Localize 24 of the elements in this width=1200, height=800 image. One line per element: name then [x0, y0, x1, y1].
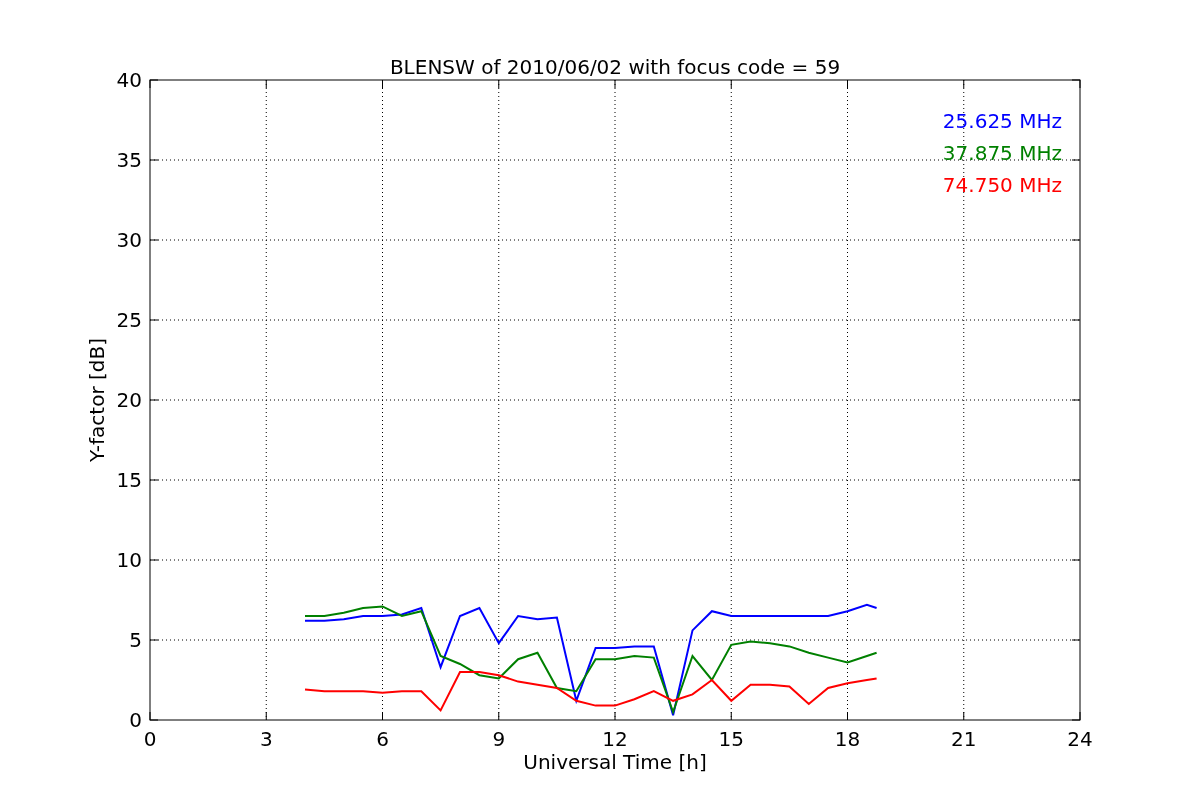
y-tick-label: 40 [116, 68, 142, 92]
legend-label: 74.750 MHz [942, 173, 1062, 197]
x-tick-label: 21 [951, 727, 977, 751]
y-tick-label: 20 [116, 388, 142, 412]
legend-label: 25.625 MHz [942, 109, 1062, 133]
x-tick-label: 0 [143, 727, 157, 751]
y-tick-label: 5 [129, 628, 142, 652]
x-tick-label: 18 [834, 727, 861, 751]
x-axis-label: Universal Time [h] [523, 750, 707, 774]
x-tick-label: 15 [718, 727, 744, 751]
y-tick-label: 10 [116, 548, 142, 572]
y-tick-label: 35 [116, 148, 142, 172]
x-tick-label: 6 [376, 727, 389, 751]
x-tick-label: 3 [259, 727, 273, 751]
legend-label: 37.875 MHz [942, 141, 1062, 165]
y-tick-label: 30 [116, 228, 142, 252]
x-tick-label: 12 [602, 727, 628, 751]
y-tick-label: 15 [116, 468, 142, 492]
y-tick-label: 25 [116, 308, 142, 332]
y-tick-label: 0 [129, 708, 142, 732]
y-axis-label: Y-factor [dB] [85, 338, 109, 462]
chart-title: BLENSW of 2010/06/02 with focus code = 59 [389, 55, 841, 79]
x-tick-label: 24 [1067, 727, 1093, 751]
x-tick-label: 9 [492, 727, 506, 751]
